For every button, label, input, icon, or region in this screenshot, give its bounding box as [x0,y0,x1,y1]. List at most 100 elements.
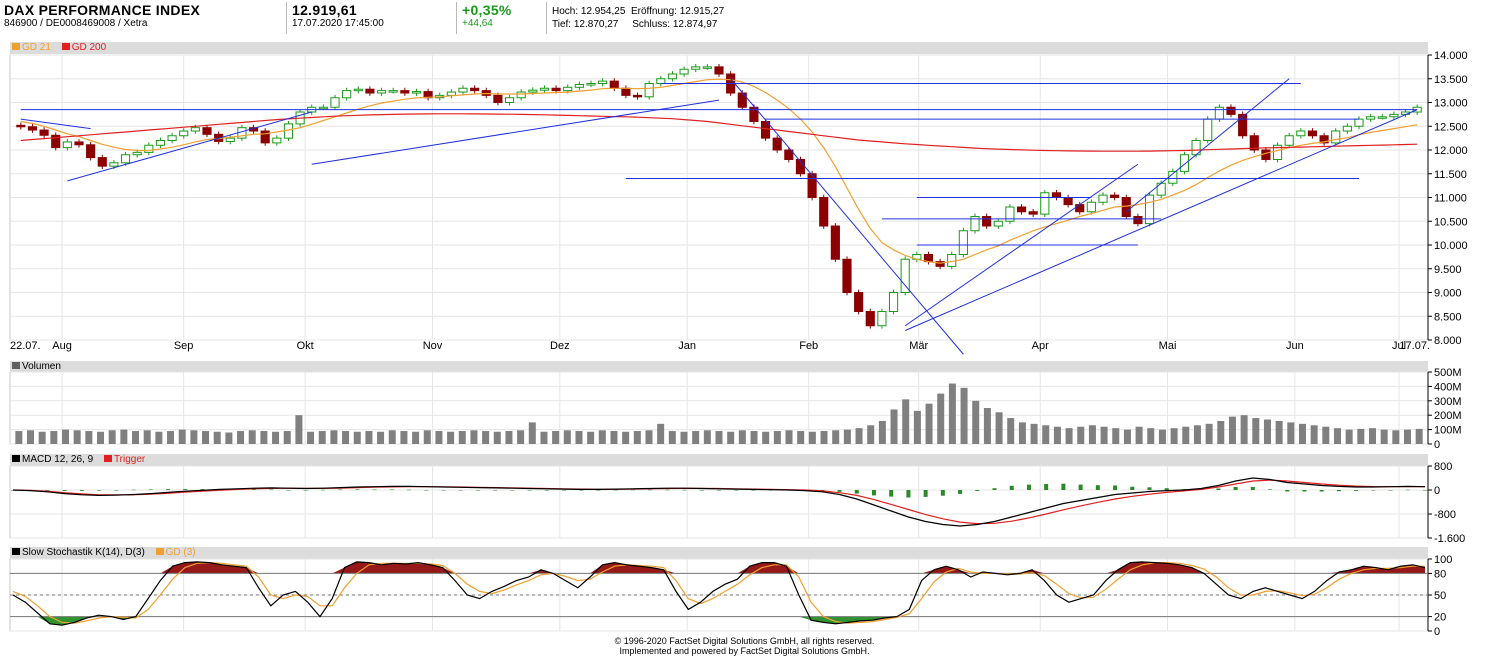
chart-canvas: 14.000 13.500 13.000 12.500 12.000 11.500 11.0… [9,50,1468,638]
macd-histogram-bar [165,489,170,490]
x-axis-label: Jun [1286,340,1304,352]
candle-body [16,124,26,128]
copyright-footer: © 1996-2020 FactSet Digital Solutions Gm… [0,636,1489,656]
macd-histogram-bar [1268,489,1273,490]
volume-bar [120,429,128,444]
macd-histogram-bar [1285,490,1290,492]
x-axis-label: Jan [678,340,696,352]
candle-body [539,87,550,91]
volume-bar [412,431,420,444]
macd-histogram-bar [889,490,894,497]
x-axis-label: 17.07. [1399,340,1430,352]
macd-histogram-bar [596,490,601,491]
price-ytick-label: 12.500 [1434,121,1468,133]
macd-histogram-bar [562,490,567,491]
volume-bar [902,399,910,444]
macd-histogram-bar [1216,488,1221,490]
volume-bar [1217,420,1225,444]
price-ytick-label: 11.500 [1434,169,1467,181]
volume-bar [878,420,886,444]
volume-bar [190,430,198,444]
volume-bar [1403,429,1411,444]
price-ytick-label: 12.000 [1434,145,1468,157]
candle-body [1063,197,1073,206]
x-axis-label: Apr [1032,340,1049,352]
macd-histogram-bar [1009,485,1014,490]
macd-histogram-bar [62,490,67,491]
macd-histogram-bar [682,489,687,491]
volume-ytick-label: 400M [1434,381,1462,393]
candle-body [807,173,817,198]
volume-bar [353,431,361,444]
volume-bar [703,430,711,444]
powered-line: Implemented and powered by FactSet Digit… [619,646,870,656]
macd-histogram-bar [303,490,308,491]
volume-bar [97,431,105,444]
candle-body [877,311,887,327]
candle-body [202,127,212,135]
candle-body [679,68,689,75]
candle-body [225,137,235,142]
macd-histogram-bar [837,490,842,492]
macd-histogram-bar [424,490,429,491]
volume-bar [668,431,676,444]
candle-body [644,83,654,98]
macd-histogram-bar [1405,489,1410,491]
volume-bar [727,431,735,444]
stoch-ytick-label: 80 [1434,568,1446,580]
macd-histogram-bar [1078,484,1083,490]
volume-ytick-label: 500M [1434,367,1462,379]
candle-body [400,90,410,94]
volume-bar [738,430,746,444]
macd-histogram-bar [1319,490,1324,492]
volume-bar [517,430,525,444]
macd-histogram-bar [372,489,377,491]
macd-histogram-bar [992,488,997,490]
macd-histogram-bar [1061,483,1066,490]
macd-histogram-bar [613,489,618,491]
candle-body [86,144,96,159]
candle-body [190,127,200,132]
volume-bar [1030,423,1038,444]
macd-histogram-bar [1233,487,1238,490]
macd-histogram-bar [544,490,549,491]
volume-bar [1170,428,1178,444]
x-axis-label: Aug [52,340,72,352]
x-axis-label: Mär [909,340,928,352]
macd-ytick-label: -1.600 [1434,533,1465,545]
volume-bar [1205,423,1213,444]
macd-plot-area [9,465,1429,539]
macd-ytick-label: 0 [1434,485,1440,497]
candle-body [667,73,678,80]
x-axis-label: 22.07. [10,340,41,352]
volume-bar [1228,416,1236,444]
candle-body [446,91,456,96]
volume-bar [493,431,501,444]
candle-body [1377,116,1387,119]
macd-histogram-bar [441,490,446,491]
volume-bar [167,431,175,444]
candle-body [1284,135,1294,146]
macd-histogram-bar [320,489,325,491]
volume-bar [972,400,980,444]
macd-histogram-bar [1095,485,1100,490]
volume-bar [1100,426,1108,444]
candle-body [493,94,503,103]
volume-bar [937,393,945,444]
volume-bar [155,431,163,444]
volume-bar [1147,428,1155,444]
volume-bar [1263,419,1271,444]
volume-bar [1088,425,1096,444]
macd-histogram-bar [1371,490,1376,491]
candle-body [900,258,910,293]
candle-body [1040,192,1050,215]
volume-bar [1357,428,1365,444]
stoch-ytick-label: 20 [1434,612,1446,624]
macd-histogram-bar [1147,487,1152,490]
candle-body [1086,201,1096,213]
volume-bar [62,429,70,444]
macd-histogram-bar [510,490,515,491]
volume-bar [610,431,618,444]
candle-body [888,292,899,312]
x-axis-label: Sep [174,340,194,352]
